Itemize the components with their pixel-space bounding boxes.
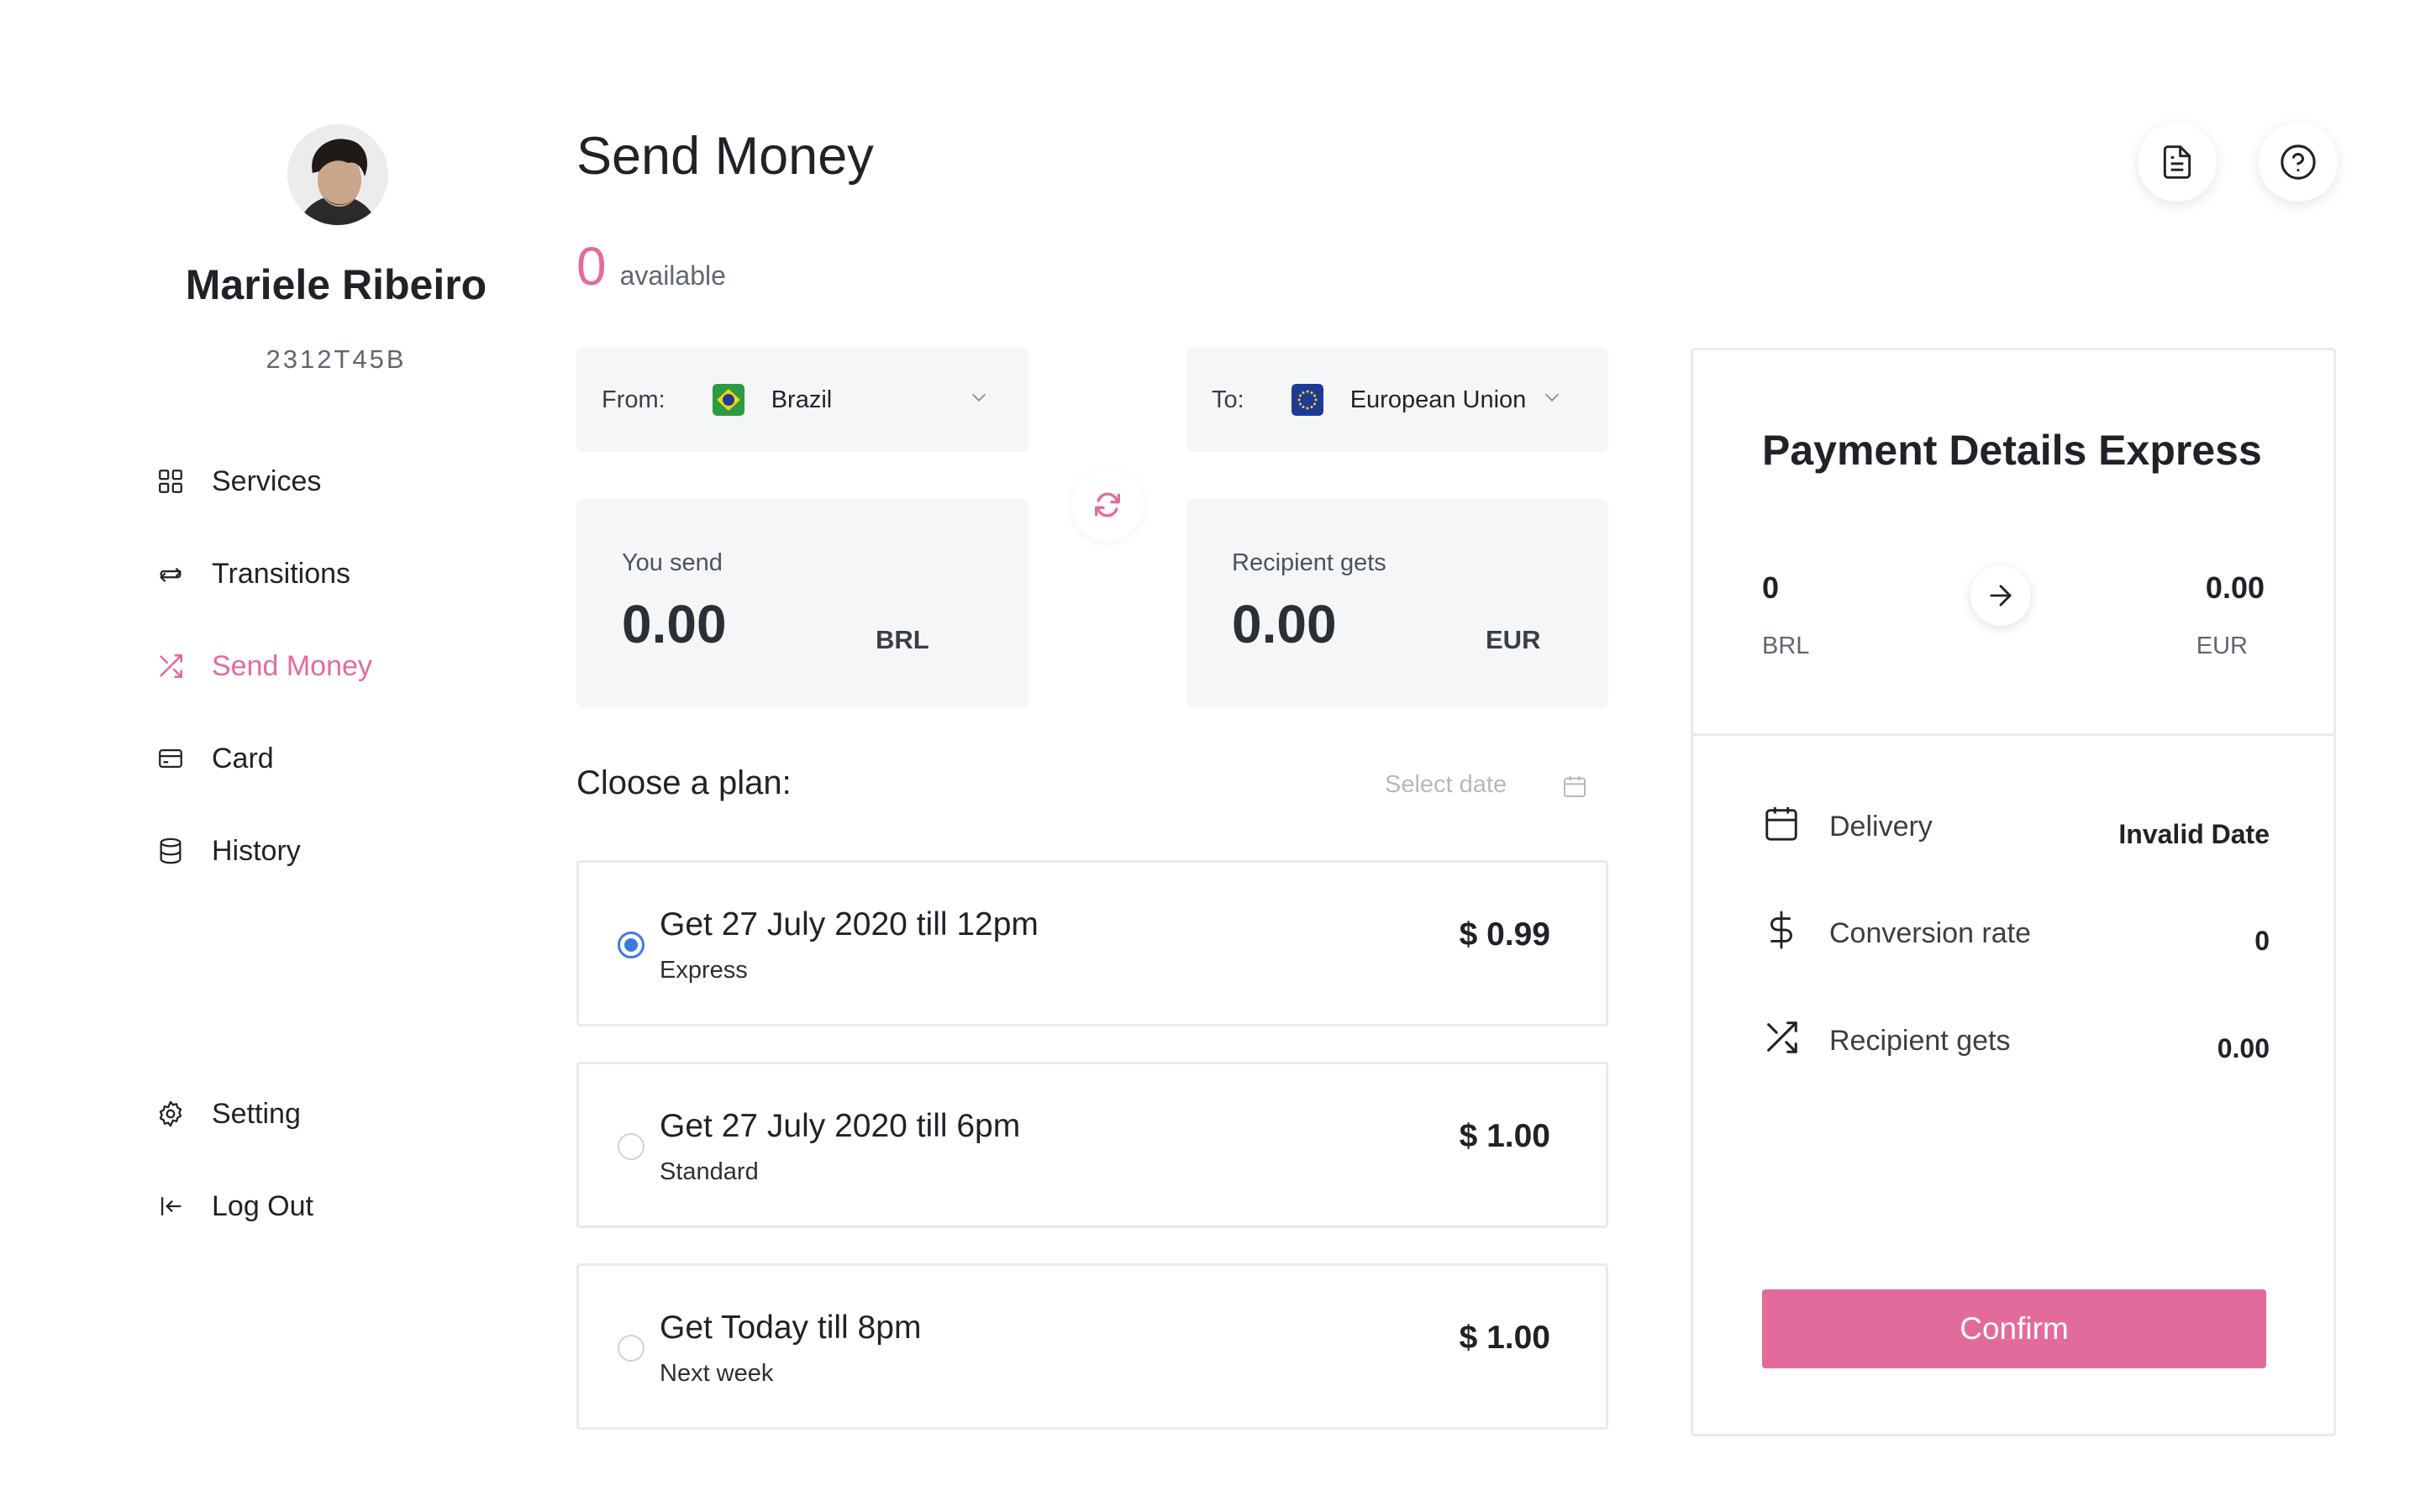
sidebar-item-label: Log Out bbox=[212, 1189, 313, 1222]
sidebar-item-logout[interactable]: Log Out bbox=[156, 1181, 313, 1231]
balance-label: available bbox=[619, 260, 726, 291]
calendar-icon bbox=[1765, 806, 1797, 841]
sidebar-item-services[interactable]: Services bbox=[156, 456, 321, 507]
logout-icon bbox=[156, 1192, 185, 1221]
plan-price: $ 1.00 bbox=[1459, 1118, 1550, 1154]
plan-subtitle: Express bbox=[660, 957, 748, 984]
sidebar-item-label: History bbox=[212, 834, 301, 867]
help-icon bbox=[2281, 144, 2316, 180]
sidebar-item-send-money[interactable]: Send Money bbox=[156, 641, 372, 691]
plans-title: Cloose a plan: bbox=[576, 764, 792, 801]
you-send-amount[interactable]: 0.00 bbox=[622, 593, 727, 655]
sidebar-item-label: Setting bbox=[212, 1097, 301, 1130]
sidebar-item-label: Services bbox=[212, 465, 322, 497]
balance: 0 available bbox=[576, 235, 726, 297]
delivery-value: Invalid Date bbox=[2118, 819, 2270, 849]
repeat-icon bbox=[156, 559, 185, 588]
chevron-down-icon bbox=[971, 393, 986, 402]
plan-price: $ 0.99 bbox=[1459, 916, 1550, 953]
delivery-label: Delivery bbox=[1829, 811, 1933, 843]
delivery-row: Delivery Invalid Date bbox=[1762, 804, 2270, 854]
payment-from-currency: BRL bbox=[1762, 633, 1810, 659]
shuffle-icon bbox=[1767, 1021, 1797, 1053]
plan-title: Get 27 July 2020 till 6pm bbox=[660, 1108, 1021, 1144]
arrow-right-icon bbox=[1970, 565, 2031, 626]
calendar-icon[interactable] bbox=[1561, 773, 1588, 800]
conversion-rate-row: Conversion rate 0 bbox=[1762, 911, 2270, 961]
sidebar-item-card[interactable]: Card bbox=[156, 733, 274, 784]
dollar-icon bbox=[1770, 911, 1792, 949]
document-icon bbox=[2163, 145, 2191, 179]
plan-radio[interactable] bbox=[618, 1133, 644, 1160]
payment-from-amount: 0 bbox=[1762, 570, 1780, 605]
credit-card-icon bbox=[156, 744, 185, 773]
plan-radio[interactable] bbox=[618, 932, 644, 958]
from-label: From: bbox=[602, 386, 666, 413]
to-country-select[interactable]: To: European Union bbox=[1186, 348, 1608, 452]
user-id: 2312T45B bbox=[266, 344, 407, 374]
plan-price: $ 1.00 bbox=[1459, 1320, 1550, 1356]
eu-flag-icon bbox=[1291, 384, 1323, 416]
plan-radio[interactable] bbox=[618, 1335, 644, 1362]
sidebar-item-label: Card bbox=[212, 742, 274, 774]
refresh-icon bbox=[1095, 492, 1120, 517]
recipient-gets-box: Recipient gets 0.00 EUR bbox=[1186, 499, 1608, 707]
you-send-box[interactable]: You send 0.00 BRL bbox=[576, 499, 1028, 707]
plan-option[interactable]: Get 27 July 2020 till 12pm Express $ 0.9… bbox=[576, 860, 1608, 1026]
plan-title: Get Today till 8pm bbox=[660, 1310, 922, 1346]
to-country-value: European Union bbox=[1349, 386, 1527, 413]
sidebar-item-setting[interactable]: Setting bbox=[156, 1089, 301, 1139]
page-title: Send Money bbox=[576, 127, 874, 186]
select-date-input[interactable]: Select date bbox=[1385, 771, 1507, 799]
chevron-down-icon bbox=[1544, 393, 1560, 402]
to-label: To: bbox=[1212, 386, 1244, 413]
recipient-gets-value: 0.00 bbox=[2217, 1033, 2270, 1063]
database-icon bbox=[156, 837, 185, 865]
sidebar-item-label: Transitions bbox=[212, 557, 351, 590]
plan-subtitle: Standard bbox=[660, 1158, 759, 1185]
conversion-rate-label: Conversion rate bbox=[1829, 917, 2032, 949]
from-country-value: Brazil bbox=[771, 386, 833, 413]
help-button[interactable] bbox=[2259, 123, 2338, 202]
document-button[interactable] bbox=[2138, 123, 2217, 202]
recipient-gets-label: Recipient gets bbox=[1232, 549, 1386, 576]
send-money-page: Mariele Ribeiro 2312T45B Services Transi… bbox=[0, 0, 2420, 1512]
sidebar-item-transitions[interactable]: Transitions bbox=[156, 549, 350, 599]
shuffle-icon bbox=[156, 652, 185, 680]
payment-details-title: Payment Details Express bbox=[1762, 427, 2262, 474]
you-send-label: You send bbox=[622, 549, 723, 576]
recipient-gets-currency: EUR bbox=[1486, 625, 1541, 654]
avatar[interactable] bbox=[287, 124, 388, 225]
brazil-flag-icon bbox=[712, 384, 744, 416]
sidebar: Mariele Ribeiro 2312T45B Services Transi… bbox=[0, 0, 538, 1512]
payment-to-amount: 0.00 bbox=[2205, 570, 2265, 605]
recipient-gets-row: Recipient gets 0.00 bbox=[1762, 1018, 2270, 1068]
sidebar-item-label: Send Money bbox=[212, 649, 372, 682]
payment-details-panel: Payment Details Express 0 BRL 0.00 EUR D… bbox=[1691, 348, 2336, 1436]
swap-currencies-button[interactable] bbox=[1071, 469, 1144, 541]
payment-to-currency: EUR bbox=[2196, 633, 2248, 659]
recipient-gets-label: Recipient gets bbox=[1829, 1025, 2011, 1057]
you-send-currency: BRL bbox=[876, 625, 929, 654]
panel-divider bbox=[1693, 733, 2333, 736]
confirm-button[interactable]: Confirm bbox=[1762, 1289, 2266, 1368]
balance-amount: 0 bbox=[576, 236, 607, 297]
from-country-select[interactable]: From: Brazil bbox=[576, 348, 1028, 452]
avatar-photo-icon bbox=[287, 124, 388, 225]
sidebar-item-history[interactable]: History bbox=[156, 826, 301, 876]
recipient-gets-amount: 0.00 bbox=[1232, 594, 1337, 654]
grid-icon bbox=[156, 467, 185, 496]
plan-option[interactable]: Get Today till 8pm Next week $ 1.00 bbox=[576, 1263, 1608, 1430]
user-name: Mariele Ribeiro bbox=[185, 261, 487, 308]
conversion-rate-value: 0 bbox=[2254, 926, 2270, 956]
plan-title: Get 27 July 2020 till 12pm bbox=[660, 906, 1039, 942]
plan-subtitle: Next week bbox=[660, 1360, 774, 1387]
gear-icon bbox=[156, 1100, 185, 1128]
plan-option[interactable]: Get 27 July 2020 till 6pm Standard $ 1.0… bbox=[576, 1062, 1608, 1228]
